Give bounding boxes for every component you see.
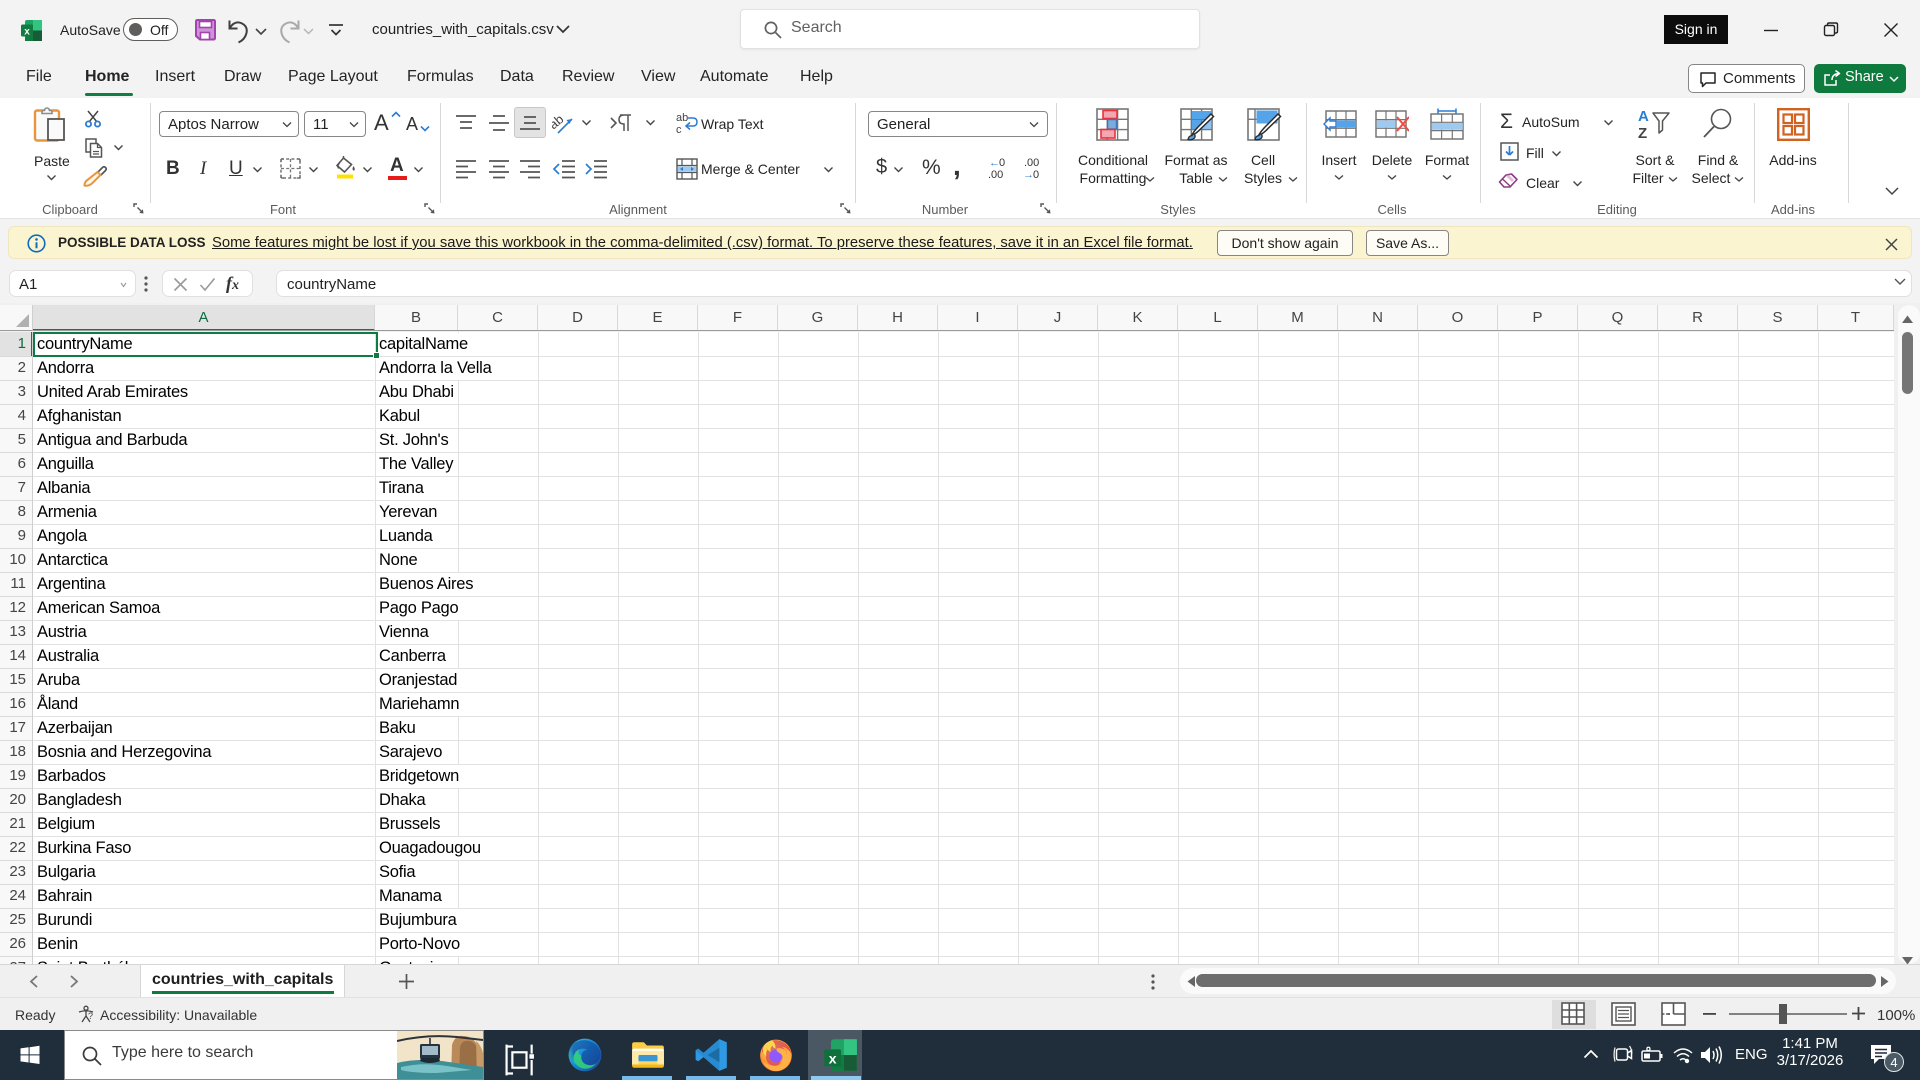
svg-text:?: ? <box>88 1011 93 1021</box>
svg-text:x: x <box>24 27 30 38</box>
svg-text:0: 0 <box>1033 169 1039 180</box>
svg-text:ab: ab <box>676 112 688 124</box>
svg-text:x: x <box>829 1050 837 1066</box>
svg-text:.00: .00 <box>1024 157 1039 169</box>
svg-text:0: 0 <box>999 157 1005 169</box>
svg-text:ab: ab <box>552 111 566 132</box>
svg-text:.00: .00 <box>988 169 1003 180</box>
svg-text:Z: Z <box>1638 125 1647 141</box>
svg-text:A: A <box>1638 108 1649 125</box>
svg-text:c: c <box>676 124 682 134</box>
